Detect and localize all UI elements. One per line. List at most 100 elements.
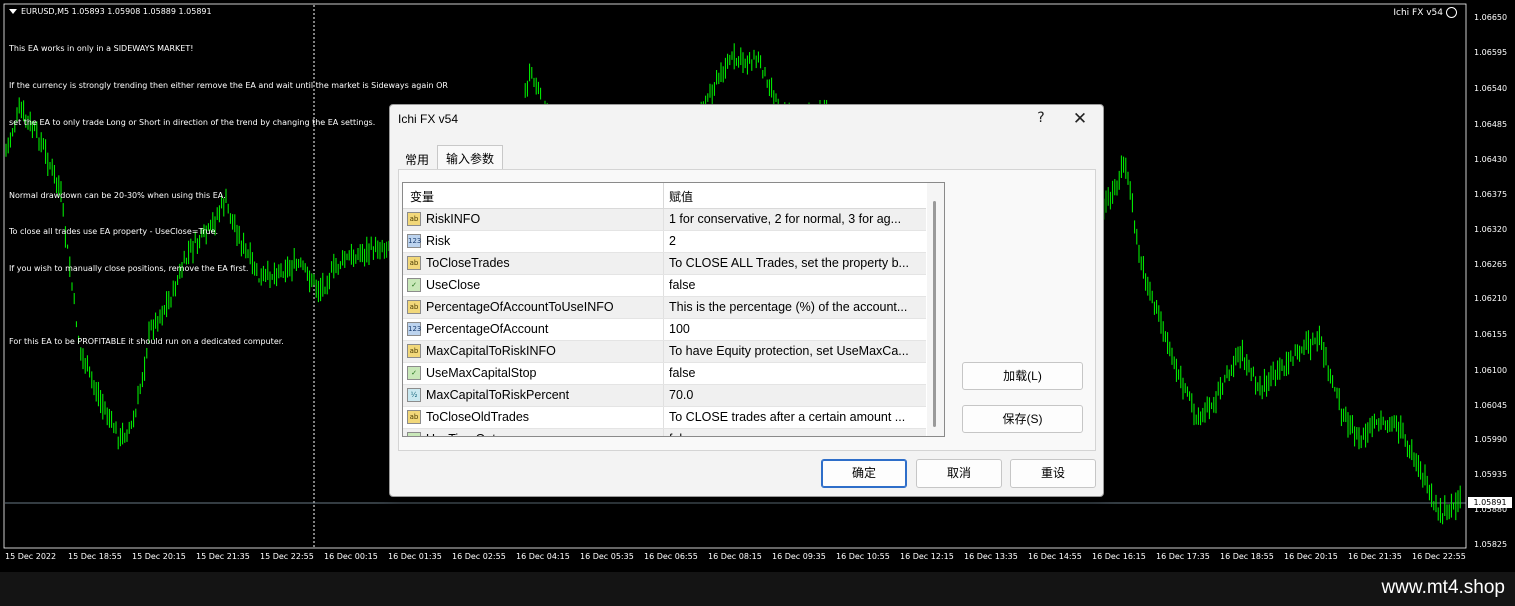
parameter-value[interactable]: 2 [669, 234, 923, 248]
parameter-name: Risk [426, 234, 451, 248]
time-tick: 16 Dec 10:55 [836, 552, 890, 561]
table-body: ab RiskINFO 1 for conservative, 2 for norm… [403, 209, 926, 436]
parameter-value[interactable]: To CLOSE trades after a certain amount .… [669, 410, 923, 424]
parameter-name: PercentageOfAccount [426, 322, 549, 336]
time-tick: 16 Dec 21:35 [1348, 552, 1402, 561]
cell-divider [663, 275, 664, 296]
parameter-name: MaxCapitalToRiskINFO [426, 344, 556, 358]
ok-button[interactable]: 确定 [821, 459, 907, 488]
symbol-quote: EURUSD,M5 1.05893 1.05908 1.05889 1.0589… [21, 7, 212, 16]
time-tick: 16 Dec 08:15 [708, 552, 762, 561]
double-type-icon: ½ [407, 388, 421, 402]
ea-name-label[interactable]: Ichi FX v54 [1393, 7, 1457, 18]
time-tick: 15 Dec 21:35 [196, 552, 250, 561]
price-tick: 1.05990 [1474, 435, 1508, 444]
dialog-tabs: 常用 输入参数 [397, 145, 504, 171]
time-tick: 16 Dec 12:15 [900, 552, 954, 561]
time-tick: 16 Dec 17:35 [1156, 552, 1210, 561]
parameter-value[interactable]: To CLOSE ALL Trades, set the property b.… [669, 256, 923, 270]
string-type-icon: ab [407, 300, 421, 314]
integer-type-icon: 123 [407, 234, 421, 248]
save-button[interactable]: 保存(S) [962, 405, 1083, 433]
time-tick: 16 Dec 18:55 [1220, 552, 1274, 561]
table-row[interactable]: ✓ UseTimeOut false [403, 429, 926, 436]
price-tick: 1.06155 [1474, 330, 1508, 339]
boolean-type-icon: ✓ [407, 366, 421, 380]
parameter-name: ToCloseTrades [426, 256, 510, 270]
time-tick: 16 Dec 02:55 [452, 552, 506, 561]
time-tick: 16 Dec 06:55 [644, 552, 698, 561]
table-row[interactable]: ab MaxCapitalToRiskINFO To have Equity pro… [403, 341, 926, 363]
tab-inputs[interactable]: 输入参数 [437, 145, 504, 171]
time-tick: 16 Dec 05:35 [580, 552, 634, 561]
column-header-variable[interactable]: 变量 [410, 188, 434, 205]
table-header: 变量 赋值 [403, 183, 926, 209]
table-row[interactable]: 123 Risk 2 [403, 231, 926, 253]
collapse-triangle-icon[interactable] [9, 9, 17, 14]
time-tick: 16 Dec 09:35 [772, 552, 826, 561]
inputs-table[interactable]: 变量 赋值 ab RiskINFO 1 for conservative, 2 fo… [402, 182, 945, 437]
cell-divider [663, 363, 664, 384]
price-tick: 1.06375 [1474, 190, 1508, 199]
parameter-value[interactable]: This is the percentage (%) of the accoun… [669, 300, 923, 314]
parameter-name: UseClose [426, 278, 481, 292]
parameter-name: RiskINFO [426, 212, 481, 226]
string-type-icon: ab [407, 410, 421, 424]
column-header-value[interactable]: 赋值 [669, 188, 693, 205]
parameter-name: UseMaxCapitalStop [426, 366, 537, 380]
load-button[interactable]: 加载(L) [962, 362, 1083, 390]
cancel-button[interactable]: 取消 [916, 459, 1002, 488]
parameter-value[interactable]: 1 for conservative, 2 for normal, 3 for … [669, 212, 923, 226]
time-tick: 16 Dec 00:15 [324, 552, 378, 561]
time-tick: 16 Dec 22:55 [1412, 552, 1466, 561]
dialog-title: Ichi FX v54 [398, 112, 459, 126]
ea-name: Ichi FX v54 [1393, 7, 1443, 18]
smiley-icon [1446, 7, 1457, 18]
time-tick: 16 Dec 04:15 [516, 552, 570, 561]
table-row[interactable]: ab PercentageOfAccountToUseINFO This is th… [403, 297, 926, 319]
vertical-scrollbar[interactable] [927, 183, 944, 436]
cell-divider [663, 209, 664, 230]
cell-divider [663, 231, 664, 252]
price-tick: 1.05935 [1474, 470, 1508, 479]
cell-divider [663, 385, 664, 406]
table-row[interactable]: ✓ UseClose false [403, 275, 926, 297]
table-row[interactable]: ab ToCloseTrades To CLOSE ALL Trades, set … [403, 253, 926, 275]
parameter-value[interactable]: false [669, 278, 923, 292]
scrollbar-thumb[interactable] [933, 201, 936, 427]
time-tick: 16 Dec 13:35 [964, 552, 1018, 561]
reset-button[interactable]: 重设 [1010, 459, 1096, 488]
cell-divider [663, 407, 664, 428]
help-button[interactable]: ? [1031, 110, 1051, 126]
cell-divider [663, 253, 664, 274]
price-tick: 1.06265 [1474, 260, 1508, 269]
table-row[interactable]: ab ToCloseOldTrades To CLOSE trades after … [403, 407, 926, 429]
parameter-value[interactable]: false [669, 366, 923, 380]
parameter-name: MaxCapitalToRiskPercent [426, 388, 570, 402]
table-row[interactable]: ½ MaxCapitalToRiskPercent 70.0 [403, 385, 926, 407]
column-divider[interactable] [663, 183, 664, 208]
parameter-value[interactable]: 70.0 [669, 388, 923, 402]
ea-properties-dialog: Ichi FX v54 ? ✕ 常用 输入参数 变量 赋值 ab RiskINFO… [389, 104, 1104, 497]
time-tick: 16 Dec 20:15 [1284, 552, 1338, 561]
string-type-icon: ab [407, 256, 421, 270]
parameter-value[interactable]: To have Equity protection, set UseMaxCa.… [669, 344, 923, 358]
time-tick: 15 Dec 18:55 [68, 552, 122, 561]
parameter-value[interactable]: 100 [669, 322, 923, 336]
time-tick: 15 Dec 20:15 [132, 552, 186, 561]
time-tick: 16 Dec 14:55 [1028, 552, 1082, 561]
tab-common[interactable]: 常用 [397, 147, 437, 171]
close-icon[interactable]: ✕ [1070, 109, 1090, 129]
table-row[interactable]: ab RiskINFO 1 for conservative, 2 for norm… [403, 209, 926, 231]
price-tick: 1.06650 [1474, 13, 1508, 22]
parameter-name: UseTimeOut [426, 432, 496, 436]
parameter-value[interactable]: false [669, 432, 923, 436]
parameter-name: ToCloseOldTrades [426, 410, 530, 424]
time-tick: 16 Dec 01:35 [388, 552, 442, 561]
table-row[interactable]: 123 PercentageOfAccount 100 [403, 319, 926, 341]
price-axis[interactable]: 1.06650 1.06595 1.06540 1.06485 1.06430 … [1466, 0, 1515, 572]
footer-bar: www.mt4.shop [0, 572, 1515, 606]
price-tick: 1.06045 [1474, 401, 1508, 410]
cell-divider [663, 297, 664, 318]
table-row[interactable]: ✓ UseMaxCapitalStop false [403, 363, 926, 385]
